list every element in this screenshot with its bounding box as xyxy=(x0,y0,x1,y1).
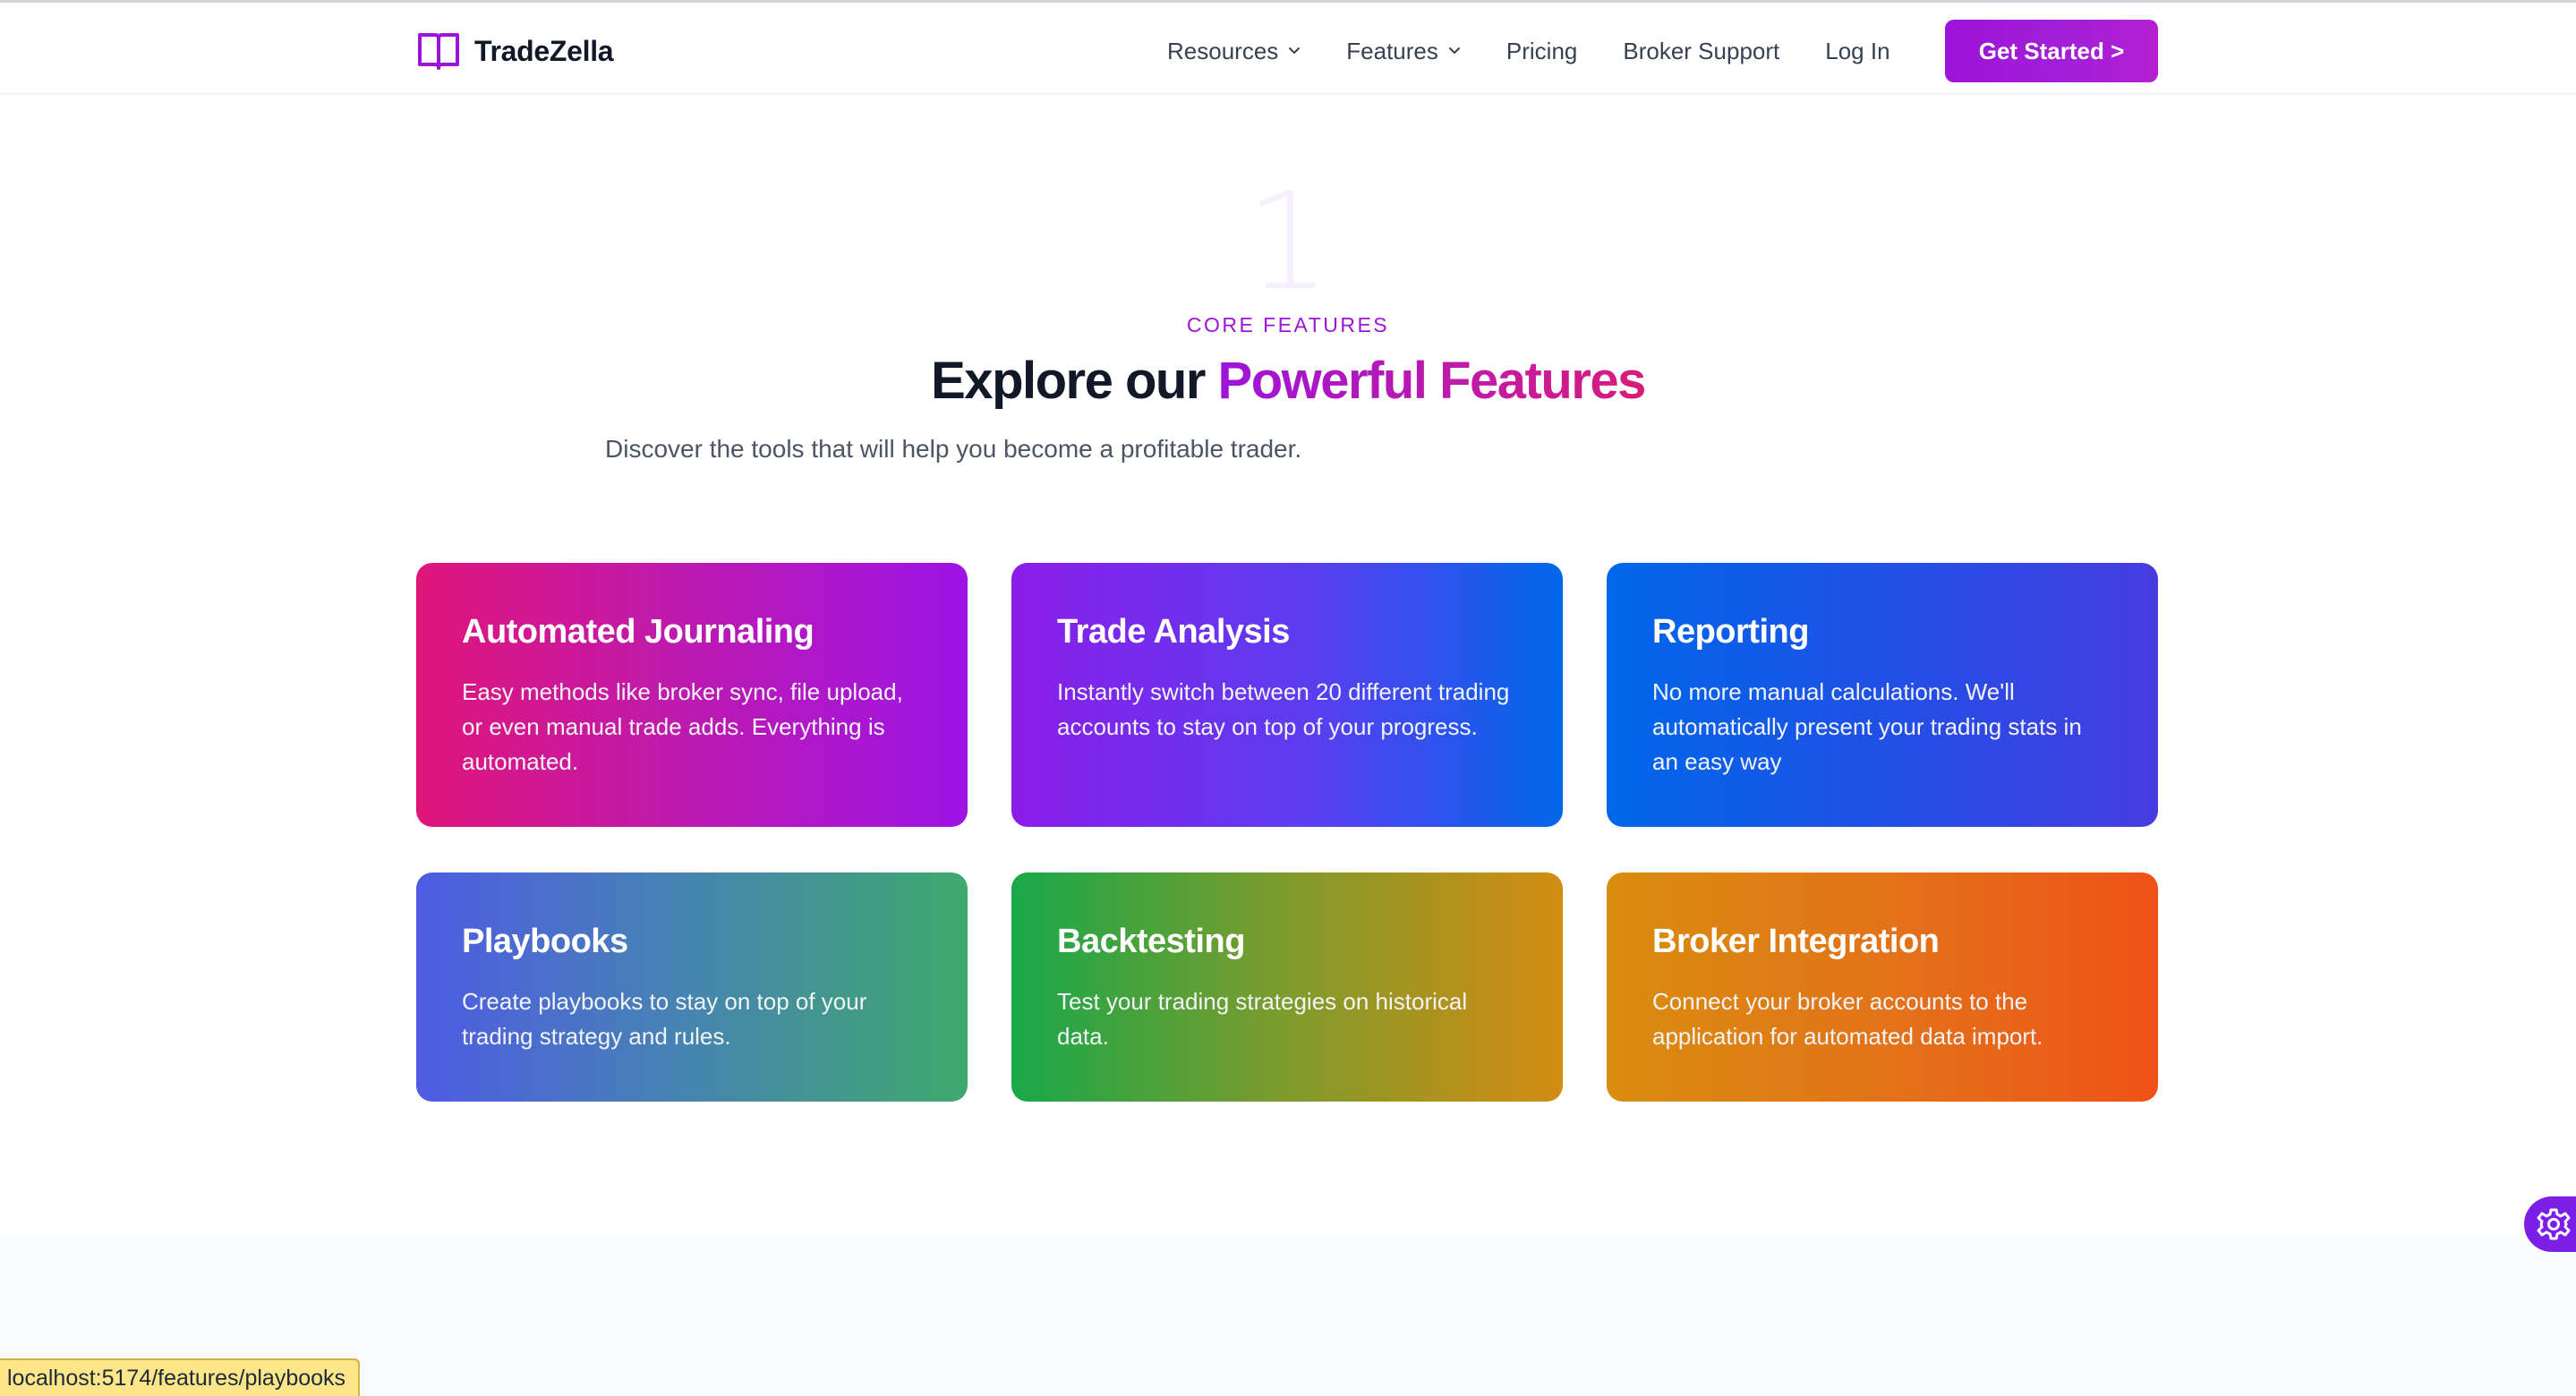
feature-card-description: No more manual calculations. We'll autom… xyxy=(1652,678,2082,775)
feature-card-description: Create playbooks to stay on top of your … xyxy=(462,988,867,1050)
nav-item-label: Log In xyxy=(1825,37,1890,64)
page-subtitle: Discover the tools that will help you be… xyxy=(605,435,1302,463)
gear-icon xyxy=(2537,1208,2571,1240)
nav-item-log-in[interactable]: Log In xyxy=(1825,38,1889,65)
nav-item-features[interactable]: Features xyxy=(1346,38,1461,65)
brand-logo-link[interactable]: TradeZella xyxy=(417,28,614,74)
feature-card-broker-integration[interactable]: Broker Integration Connect your broker a… xyxy=(1607,872,2158,1102)
settings-floating-button[interactable] xyxy=(2524,1196,2576,1252)
nav-item-label: Broker Support xyxy=(1623,37,1780,64)
nav-item-pricing[interactable]: Pricing xyxy=(1506,38,1577,65)
decorative-step-number: 1 xyxy=(1245,165,1331,320)
feature-card-automated-journaling[interactable]: Automated Journaling Easy methods like b… xyxy=(416,563,968,827)
nav-links: Resources Features Pricing Broker Suppor… xyxy=(1167,30,1890,72)
feature-card-trade-analysis[interactable]: Trade Analysis Instantly switch between … xyxy=(1011,563,1563,827)
page-title: Explore our Powerful Features xyxy=(0,351,2576,411)
nav-item-broker-support[interactable]: Broker Support xyxy=(1623,38,1779,65)
get-started-button[interactable]: Get Started > xyxy=(1945,20,2158,82)
feature-card-title: Trade Analysis xyxy=(1057,613,1290,651)
navbar: TradeZella Resources Features Pricing Br… xyxy=(0,3,2576,95)
section-eyebrow: CORE FEATURES xyxy=(1186,313,1390,336)
link-preview-url: localhost:5174/features/playbooks xyxy=(0,1358,361,1396)
chevron-down-icon xyxy=(1448,47,1460,55)
chevron-down-icon xyxy=(1289,47,1301,55)
nav-item-resources[interactable]: Resources xyxy=(1167,38,1301,65)
feature-card-title: Automated Journaling xyxy=(462,613,815,651)
next-section-background xyxy=(0,1237,2576,1396)
feature-card-description: Connect your broker accounts to the appl… xyxy=(1652,988,2043,1050)
brand-name: TradeZella xyxy=(474,34,614,67)
open-book-icon xyxy=(418,33,459,70)
headline-plain: Explore our xyxy=(931,352,1206,410)
feature-card-reporting[interactable]: Reporting No more manual calculations. W… xyxy=(1607,563,2158,827)
feature-card-description: Instantly switch between 20 different tr… xyxy=(1057,678,1510,740)
headline-accent: Powerful Features xyxy=(1217,352,1647,410)
nav-item-label: Resources xyxy=(1167,37,1279,64)
feature-card-title: Playbooks xyxy=(462,923,628,960)
feature-card-title: Backtesting xyxy=(1057,923,1245,960)
feature-card-playbooks[interactable]: Playbooks Create playbooks to stay on to… xyxy=(416,872,968,1102)
feature-card-title: Broker Integration xyxy=(1652,923,1940,960)
page: TradeZella Resources Features Pricing Br… xyxy=(0,0,2576,1396)
nav-item-label: Pricing xyxy=(1506,37,1578,64)
feature-card-backtesting[interactable]: Backtesting Test your trading strategies… xyxy=(1011,872,1563,1102)
feature-card-description: Easy methods like broker sync, file uplo… xyxy=(462,678,903,775)
feature-card-description: Test your trading strategies on historic… xyxy=(1057,988,1468,1050)
feature-card-title: Reporting xyxy=(1652,613,1809,651)
nav-item-label: Features xyxy=(1346,37,1438,64)
